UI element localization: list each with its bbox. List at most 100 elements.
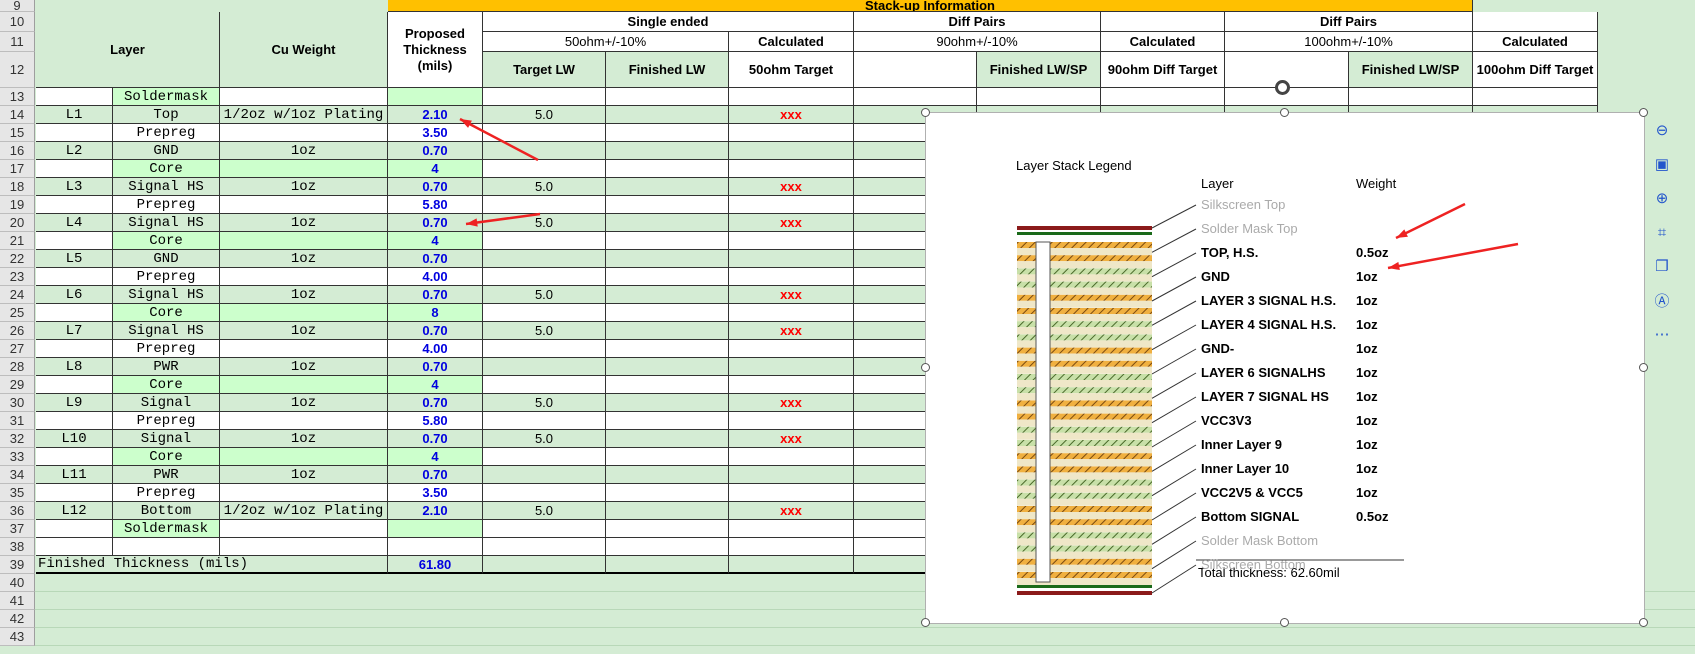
layer-name[interactable]: Signal HS	[113, 286, 220, 304]
finished-lw[interactable]	[606, 286, 729, 304]
row-number[interactable]: 10	[0, 12, 35, 32]
row-number[interactable]: 27	[0, 340, 35, 358]
calculated-50[interactable]	[729, 538, 854, 556]
layer-name[interactable]: Prepreg	[113, 484, 220, 502]
layer-id[interactable]	[36, 376, 113, 394]
layer-id[interactable]: L12	[36, 502, 113, 520]
thickness-value[interactable]: 0.70	[388, 142, 483, 160]
target-90-header[interactable]: 90ohm Diff Target	[1101, 52, 1225, 88]
target-lw[interactable]	[483, 376, 606, 394]
layer-id[interactable]	[36, 448, 113, 466]
thickness-value[interactable]: 0.70	[388, 286, 483, 304]
calculated-header[interactable]: Calculated	[729, 32, 854, 52]
finished-lw[interactable]	[606, 376, 729, 394]
row-number[interactable]: 15	[0, 124, 35, 142]
calculated-50[interactable]	[729, 160, 854, 178]
finished-lw[interactable]	[606, 484, 729, 502]
calculated-50[interactable]	[729, 250, 854, 268]
finished-lw[interactable]	[606, 232, 729, 250]
zoom-in-icon[interactable]: ⊕	[1648, 184, 1676, 212]
calculated-50[interactable]	[729, 304, 854, 322]
row-number[interactable]: 25	[0, 304, 35, 322]
layer-id[interactable]: L11	[36, 466, 113, 484]
layer-name[interactable]: Prepreg	[113, 340, 220, 358]
target-lw[interactable]	[483, 448, 606, 466]
calculated-50[interactable]	[729, 412, 854, 430]
layer-name[interactable]: Top	[113, 106, 220, 124]
calculated-50[interactable]	[729, 268, 854, 286]
cu-weight[interactable]	[220, 304, 388, 322]
row-number[interactable]: 32	[0, 430, 35, 448]
calculated-50[interactable]: xxx	[729, 502, 854, 520]
thickness-value[interactable]: 4	[388, 448, 483, 466]
finished-lw[interactable]	[606, 214, 729, 232]
target-lw[interactable]: 5.0	[483, 106, 606, 124]
calculated-50[interactable]	[729, 124, 854, 142]
layer-name[interactable]: Signal HS	[113, 178, 220, 196]
target-lw[interactable]	[483, 358, 606, 376]
thickness-value[interactable]: 0.70	[388, 214, 483, 232]
target-lw[interactable]	[483, 88, 606, 106]
row-number[interactable]: 24	[0, 286, 35, 304]
diff-cell[interactable]	[1101, 88, 1225, 106]
target-lw[interactable]	[483, 412, 606, 430]
layer-header[interactable]: Layer	[36, 12, 220, 88]
calculated-50[interactable]: xxx	[729, 394, 854, 412]
resize-handle[interactable]	[921, 363, 930, 372]
thickness-value[interactable]: 4.00	[388, 268, 483, 286]
layer-name[interactable]	[113, 538, 220, 556]
thickness-value[interactable]: 4	[388, 376, 483, 394]
thickness-value[interactable]: 8	[388, 304, 483, 322]
cu-weight[interactable]: 1oz	[220, 466, 388, 484]
target-lw[interactable]	[483, 520, 606, 538]
row-number[interactable]: 11	[0, 32, 35, 52]
thickness-value[interactable]: 4.00	[388, 340, 483, 358]
layer-name[interactable]: Prepreg	[113, 268, 220, 286]
layer-id[interactable]	[36, 340, 113, 358]
text-recognition-icon[interactable]: Ⓐ	[1648, 286, 1676, 314]
cu-weight[interactable]	[220, 538, 388, 556]
cu-weight[interactable]: 1oz	[220, 286, 388, 304]
calculated-50[interactable]: xxx	[729, 214, 854, 232]
row-number[interactable]: 12	[0, 52, 35, 88]
cu-weight[interactable]	[220, 268, 388, 286]
proposed-thickness-header[interactable]: Proposed Thickness (mils)	[388, 12, 483, 88]
layer-id[interactable]: L4	[36, 214, 113, 232]
thickness-value[interactable]: 4	[388, 232, 483, 250]
target-lw[interactable]: 5.0	[483, 394, 606, 412]
thickness-value[interactable]: 0.70	[388, 358, 483, 376]
calculated-50[interactable]	[729, 88, 854, 106]
finished-thickness-label[interactable]: Finished Thickness (mils)	[36, 556, 388, 574]
finished-lw[interactable]	[606, 142, 729, 160]
target-lw[interactable]: 5.0	[483, 214, 606, 232]
cu-weight[interactable]	[220, 520, 388, 538]
layer-stack-legend-image[interactable]: Layer Stack Legend Layer Weight Total th…	[925, 112, 1645, 624]
copy-icon[interactable]: ❐	[1648, 252, 1676, 280]
resize-handle[interactable]	[921, 618, 930, 627]
layer-id[interactable]	[36, 484, 113, 502]
layer-name[interactable]: GND	[113, 142, 220, 160]
stackup-info-header[interactable]: Stack-up Information	[388, 0, 1473, 12]
finished-lw[interactable]	[606, 304, 729, 322]
target-lw[interactable]: 5.0	[483, 502, 606, 520]
row-number[interactable]: 16	[0, 142, 35, 160]
finished-lw[interactable]	[606, 268, 729, 286]
empty-cell[interactable]	[483, 556, 606, 574]
diff-cell[interactable]	[1349, 88, 1473, 106]
thickness-value[interactable]: 3.50	[388, 484, 483, 502]
finished-lw[interactable]	[606, 412, 729, 430]
cu-weight[interactable]	[220, 160, 388, 178]
target-100-header[interactable]: 100ohm Diff Target	[1473, 52, 1598, 88]
cu-weight[interactable]	[220, 196, 388, 214]
finished-lw[interactable]	[606, 466, 729, 484]
layer-name[interactable]: PWR	[113, 466, 220, 484]
layer-id[interactable]: L9	[36, 394, 113, 412]
layer-id[interactable]: L10	[36, 430, 113, 448]
finished-lw[interactable]	[606, 448, 729, 466]
finished-lw-header[interactable]: Finished LW	[606, 52, 729, 88]
row-number[interactable]: 23	[0, 268, 35, 286]
rotate-handle-icon[interactable]	[1275, 80, 1290, 95]
cu-weight[interactable]: 1oz	[220, 394, 388, 412]
finished-lw[interactable]	[606, 340, 729, 358]
thickness-value[interactable]: 0.70	[388, 322, 483, 340]
